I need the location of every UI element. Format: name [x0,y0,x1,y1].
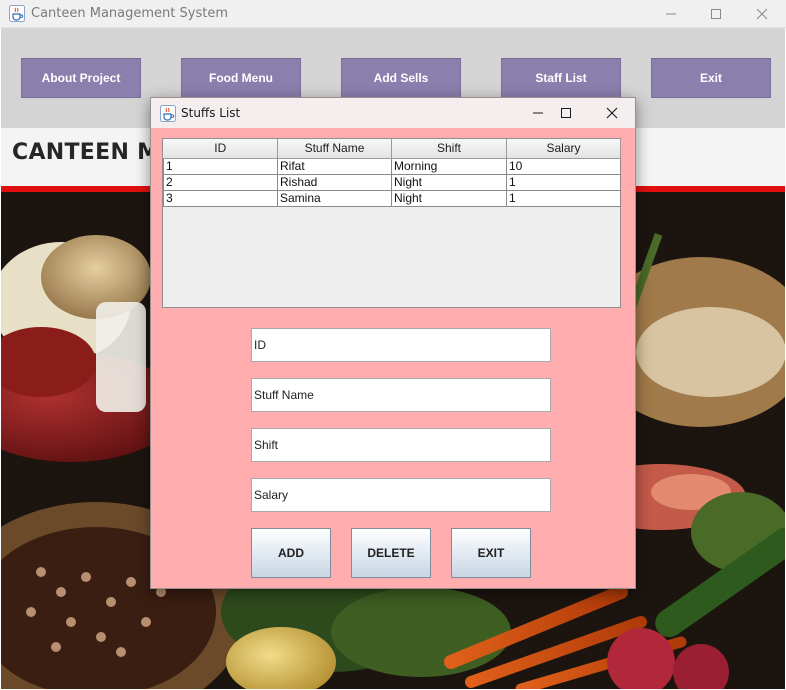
dialog-close-button[interactable] [589,98,635,128]
shift-field[interactable] [251,428,551,462]
table-cell: Rishad [277,173,392,191]
maximize-button[interactable] [693,0,739,28]
table-row[interactable]: 1 Rifat Morning 10 [163,157,621,175]
exit-button[interactable]: Exit [651,58,771,98]
table-cell: Rifat [277,157,392,175]
exit-dialog-button[interactable]: EXIT [451,528,531,578]
column-header-stuff-name[interactable]: Stuff Name [277,139,392,159]
table-cell: Morning [391,157,507,175]
dialog-maximize-button[interactable] [543,98,589,128]
maximize-icon [561,108,571,118]
close-icon [756,8,768,20]
food-menu-button[interactable]: Food Menu [181,58,301,98]
maximize-icon [711,9,721,19]
staff-list-button[interactable]: Staff List [501,58,621,98]
about-project-button[interactable]: About Project [21,58,141,98]
column-header-salary[interactable]: Salary [506,139,621,159]
staff-table: ID Stuff Name Shift Salary 1 Rifat Morni… [163,139,621,207]
java-cup-icon [160,105,176,122]
table-cell: Samina [277,189,392,207]
add-sells-button[interactable]: Add Sells [341,58,461,98]
table-cell: 1 [506,189,621,207]
staff-table-container[interactable]: ID Stuff Name Shift Salary 1 Rifat Morni… [162,138,621,308]
column-header-shift[interactable]: Shift [391,139,507,159]
dialog-title-bar: Stuffs List [151,98,635,128]
close-button[interactable] [739,0,785,28]
salary-field[interactable] [251,478,551,512]
table-cell: 2 [163,173,278,191]
table-cell: 10 [506,157,621,175]
delete-button[interactable]: DELETE [351,528,431,578]
table-cell: 3 [163,189,278,207]
minimize-button[interactable] [648,0,694,28]
table-cell: 1 [506,173,621,191]
stuffs-list-dialog: Stuffs List ID Stuff Name Shift Salary 1… [150,97,636,589]
java-cup-icon [9,5,25,22]
table-cell: 1 [163,157,278,175]
stuff-name-field[interactable] [251,378,551,412]
table-row[interactable]: 2 Rishad Night 1 [163,173,621,191]
dialog-title: Stuffs List [181,106,241,120]
main-title-bar: Canteen Management System [0,0,786,28]
close-icon [606,107,618,119]
minimize-icon [666,13,676,15]
table-cell: Night [391,173,507,191]
window-title: Canteen Management System [31,6,228,21]
add-button[interactable]: ADD [251,528,331,578]
table-header-row: ID Stuff Name Shift Salary [163,139,621,159]
id-field[interactable] [251,328,551,362]
column-header-id[interactable]: ID [163,139,278,159]
table-row[interactable]: 3 Samina Night 1 [163,189,621,207]
table-cell: Night [391,189,507,207]
